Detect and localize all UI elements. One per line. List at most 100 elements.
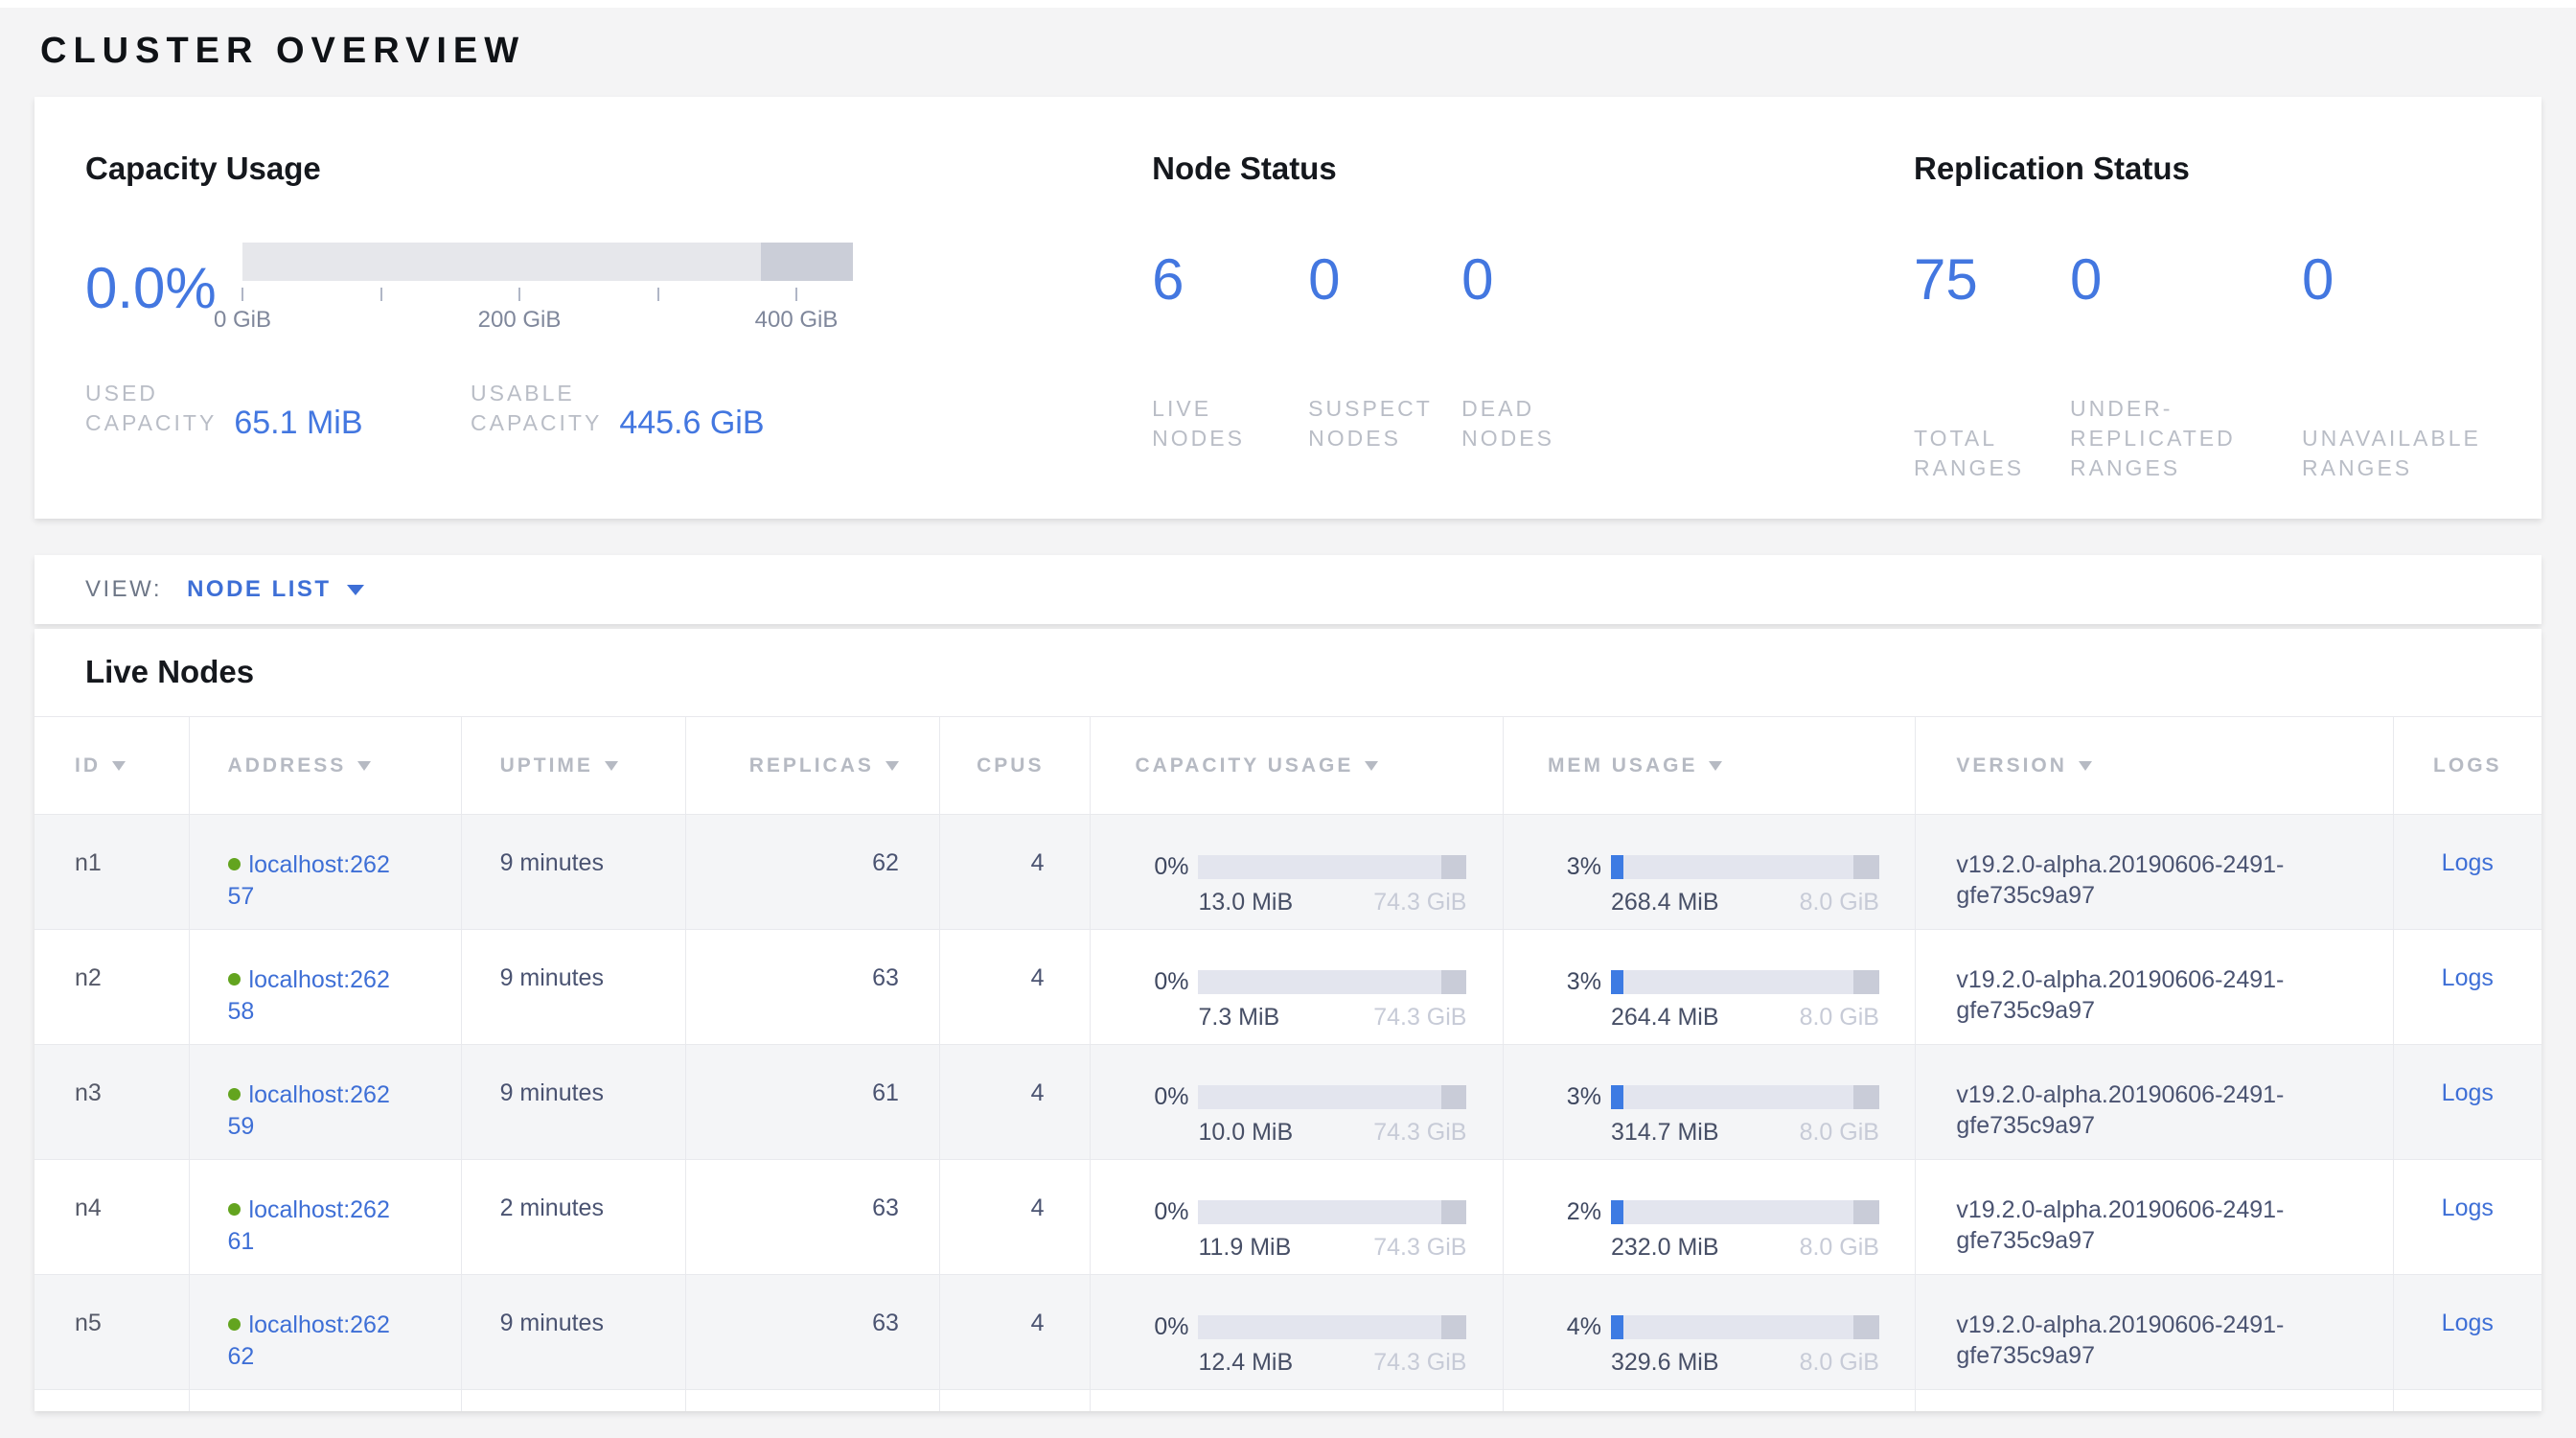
sort-arrow-icon bbox=[2079, 761, 2092, 771]
node-id-cell: n4 bbox=[34, 1160, 190, 1274]
node-replicas-cell: 61 bbox=[686, 1045, 940, 1159]
node-logs-cell: Logs bbox=[2394, 1160, 2542, 1274]
logs-link[interactable]: Logs bbox=[2442, 1079, 2494, 1106]
node-address-cell: localhost:26257 bbox=[190, 815, 462, 929]
capacity-bar: 0 GiB 200 GiB 400 GiB bbox=[242, 243, 853, 336]
live-nodes-count: 6 bbox=[1152, 246, 1308, 313]
mem-usage-bar bbox=[1611, 855, 1879, 879]
view-dropdown[interactable]: NODE LIST bbox=[187, 576, 364, 603]
suspect-nodes-count: 0 bbox=[1308, 246, 1461, 313]
node-live-dot bbox=[228, 1203, 241, 1216]
node-version-cell: v19.2.0-alpha.20190606-2491-gfe735c9a97 bbox=[1916, 930, 2393, 1044]
capacity-usage-bar bbox=[1198, 1315, 1466, 1339]
table-row: n3 localhost:26259 9 minutes 61 4 0% 10.… bbox=[34, 1045, 2542, 1160]
node-status-title: Node Status bbox=[1152, 151, 1914, 187]
node-address-link[interactable]: localhost:26259 bbox=[228, 1081, 390, 1140]
node-uptime-cell: 9 minutes bbox=[462, 1045, 686, 1159]
node-replicas-cell: 63 bbox=[686, 1160, 940, 1274]
column-header-id[interactable]: ID bbox=[34, 717, 190, 814]
column-header-version[interactable]: VERSION bbox=[1916, 717, 2393, 814]
sort-arrow-icon bbox=[886, 761, 899, 771]
node-address-link[interactable]: localhost:26258 bbox=[228, 966, 390, 1025]
mem-usage-bar bbox=[1611, 1315, 1879, 1339]
capacity-usage-section: Capacity Usage 0.0% 0 GiB bbox=[85, 151, 1152, 519]
column-header-cpus: CPUS bbox=[940, 717, 1092, 814]
column-header-capacity-usage[interactable]: CAPACITY USAGE bbox=[1091, 717, 1503, 814]
node-address-link[interactable]: localhost:26261 bbox=[228, 1196, 390, 1255]
capacity-usage-bar bbox=[1198, 1085, 1466, 1109]
node-version-cell: v19.2.0-alpha.20190606-2491-gfe735c9a97 bbox=[1916, 1160, 2393, 1274]
logs-link[interactable]: Logs bbox=[2442, 1310, 2494, 1336]
chevron-down-icon bbox=[347, 585, 364, 595]
table-row: n2 localhost:26258 9 minutes 63 4 0% 7.3… bbox=[34, 930, 2542, 1045]
node-mem-usage-cell: 2% 232.0 MiB8.0 GiB bbox=[1504, 1160, 1916, 1274]
view-label: VIEW: bbox=[85, 576, 162, 603]
capacity-bar-dark-segment bbox=[761, 243, 853, 281]
node-cpus-cell: 4 bbox=[940, 930, 1092, 1044]
node-version-cell: v19.2.0-alpha.20190606-2491-gfe735c9a97 bbox=[1916, 815, 2393, 929]
node-replicas-cell: 62 bbox=[686, 815, 940, 929]
node-replicas-cell: 63 bbox=[686, 930, 940, 1044]
capacity-percent: 0.0% bbox=[85, 255, 221, 322]
used-capacity-stat: USED CAPACITY 65.1 MiB bbox=[85, 379, 471, 438]
column-header-mem-usage[interactable]: MEM USAGE bbox=[1504, 717, 1916, 814]
node-address-link[interactable]: localhost:26262 bbox=[228, 1311, 390, 1370]
under-replicated-label: UNDER- REPLICATED RANGES bbox=[2070, 394, 2302, 483]
node-id-cell: n2 bbox=[34, 930, 190, 1044]
node-logs-cell: Logs bbox=[2394, 1275, 2542, 1389]
logs-link[interactable]: Logs bbox=[2442, 964, 2494, 991]
node-uptime-cell: 9 minutes bbox=[462, 930, 686, 1044]
node-uptime-cell: 9 minutes bbox=[462, 1275, 686, 1389]
cluster-overview-page: CLUSTER OVERVIEW Capacity Usage 0.0% bbox=[0, 31, 2576, 1411]
logs-link[interactable]: Logs bbox=[2442, 849, 2494, 876]
mem-usage-bar bbox=[1611, 970, 1879, 994]
under-replicated-count: 0 bbox=[2070, 246, 2302, 313]
node-logs-cell: Logs bbox=[2394, 930, 2542, 1044]
top-edge-strip bbox=[0, 0, 2576, 8]
node-logs-cell: Logs bbox=[2394, 815, 2542, 929]
node-live-dot bbox=[228, 973, 241, 986]
usable-capacity-value: 445.6 GiB bbox=[619, 407, 764, 438]
node-id-cell: n1 bbox=[34, 815, 190, 929]
table-row-partial bbox=[34, 1390, 2542, 1411]
dead-nodes-label: DEAD NODES bbox=[1461, 394, 1605, 453]
logs-link[interactable]: Logs bbox=[2442, 1194, 2494, 1221]
column-header-address[interactable]: ADDRESS bbox=[190, 717, 462, 814]
node-mem-usage-cell: 3% 264.4 MiB8.0 GiB bbox=[1504, 930, 1916, 1044]
node-logs-cell: Logs bbox=[2394, 1045, 2542, 1159]
column-header-uptime[interactable]: UPTIME bbox=[462, 717, 686, 814]
node-live-dot bbox=[228, 858, 241, 870]
sort-arrow-icon bbox=[605, 761, 618, 771]
capacity-usage-bar bbox=[1198, 970, 1466, 994]
node-address-cell: localhost:26262 bbox=[190, 1275, 462, 1389]
node-address-cell: localhost:26258 bbox=[190, 930, 462, 1044]
replication-status-section: Replication Status 75 0 0 TOTAL RANGES U… bbox=[1914, 151, 2542, 519]
usable-capacity-stat: USABLE CAPACITY 445.6 GiB bbox=[471, 379, 765, 438]
tick-label-400: 400 GiB bbox=[755, 307, 839, 334]
column-header-replicas[interactable]: REPLICAS bbox=[686, 717, 940, 814]
table-header-row: ID ADDRESS UPTIME REPLICAS CPUS CAPACITY… bbox=[34, 716, 2542, 815]
capacity-usage-bar bbox=[1198, 1200, 1466, 1224]
node-address-cell: localhost:26259 bbox=[190, 1045, 462, 1159]
node-uptime-cell: 9 minutes bbox=[462, 815, 686, 929]
node-cpus-cell: 4 bbox=[940, 1160, 1092, 1274]
node-cpus-cell: 4 bbox=[940, 1275, 1092, 1389]
tick-label-0: 0 GiB bbox=[214, 307, 271, 334]
node-address-cell: localhost:26261 bbox=[190, 1160, 462, 1274]
suspect-nodes-label: SUSPECT NODES bbox=[1308, 394, 1461, 453]
replication-status-title: Replication Status bbox=[1914, 151, 2542, 187]
view-dropdown-value[interactable]: NODE LIST bbox=[187, 576, 332, 603]
table-row: n5 localhost:26262 9 minutes 63 4 0% 12.… bbox=[34, 1275, 2542, 1390]
live-nodes-card: Live Nodes ID ADDRESS UPTIME REPLICAS CP… bbox=[34, 629, 2542, 1411]
column-header-logs: LOGS bbox=[2394, 717, 2542, 814]
node-cpus-cell: 4 bbox=[940, 815, 1092, 929]
node-mem-usage-cell: 3% 314.7 MiB8.0 GiB bbox=[1504, 1045, 1916, 1159]
node-id-cell: n5 bbox=[34, 1275, 190, 1389]
page-title: CLUSTER OVERVIEW bbox=[40, 31, 2542, 72]
node-cpus-cell: 4 bbox=[940, 1045, 1092, 1159]
unavailable-ranges-label: UNAVAILABLE RANGES bbox=[2302, 424, 2542, 483]
node-capacity-usage-cell: 0% 11.9 MiB74.3 GiB bbox=[1091, 1160, 1503, 1274]
capacity-usage-bar bbox=[1198, 855, 1466, 879]
node-address-link[interactable]: localhost:26257 bbox=[228, 851, 390, 910]
live-nodes-label: LIVE NODES bbox=[1152, 394, 1308, 453]
